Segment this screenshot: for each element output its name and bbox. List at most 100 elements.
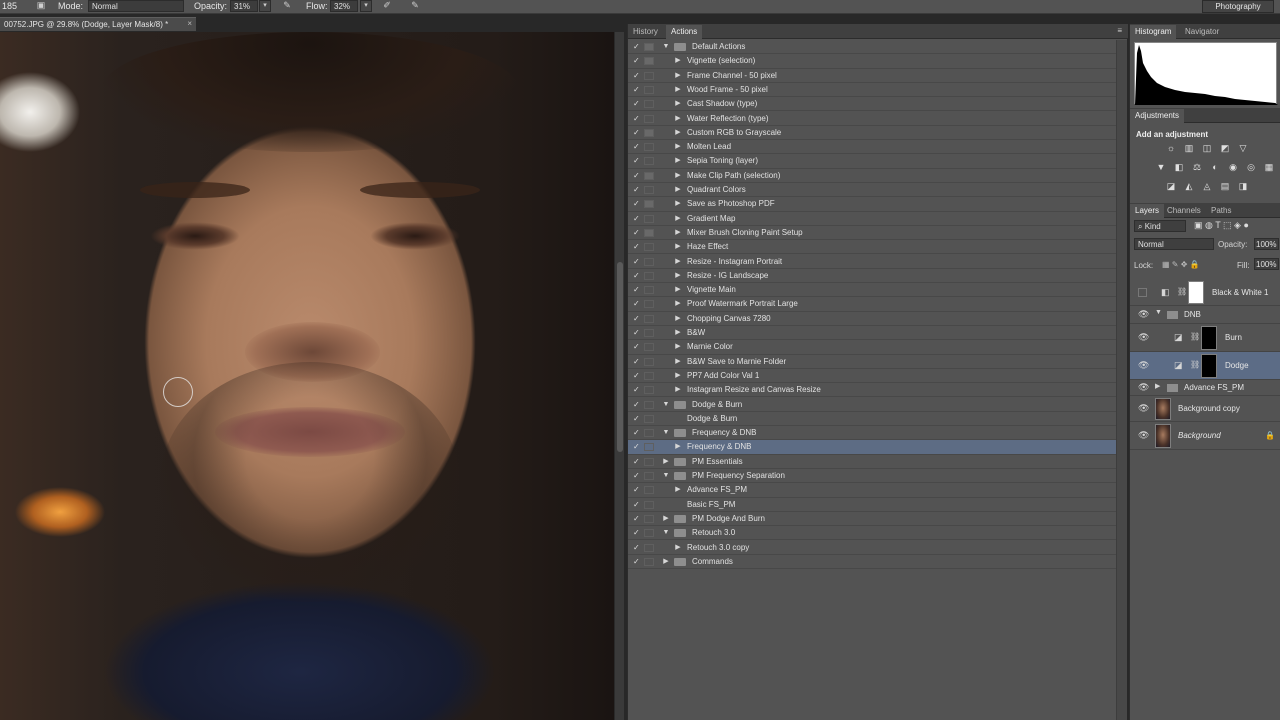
dialog-toggle-icon[interactable] xyxy=(644,85,654,94)
action-row[interactable]: ✓ ▶ Save as Photoshop PDF xyxy=(628,197,1117,212)
scroll-thumb[interactable] xyxy=(617,262,623,452)
flow-dropdown-icon[interactable]: ▾ xyxy=(360,0,372,12)
action-set-row[interactable]: ✓ ▼ Default Actions xyxy=(628,40,1117,55)
expand-arrow-icon[interactable]: ▶ xyxy=(673,54,683,67)
action-row[interactable]: ✓ ▶ Quadrant Colors xyxy=(628,183,1117,198)
layer-mask-thumbnail[interactable] xyxy=(1201,354,1217,378)
levels-icon[interactable]: ▥ xyxy=(1184,144,1194,153)
toggle-check-icon[interactable]: ✓ xyxy=(633,40,642,53)
dialog-toggle-icon[interactable] xyxy=(644,429,654,438)
toggle-check-icon[interactable]: ✓ xyxy=(633,255,642,268)
visibility-eye-icon[interactable]: 👁 xyxy=(1138,382,1149,393)
dialog-toggle-icon[interactable] xyxy=(644,457,654,466)
toggle-check-icon[interactable]: ✓ xyxy=(633,126,642,139)
dialog-toggle-icon[interactable] xyxy=(644,329,654,337)
dialog-toggle-icon[interactable] xyxy=(644,371,654,380)
expand-arrow-icon[interactable]: ▶ xyxy=(673,541,683,554)
dialog-toggle-icon[interactable] xyxy=(644,71,654,80)
expand-arrow-icon[interactable]: ▶ xyxy=(673,355,683,368)
toggle-check-icon[interactable]: ✓ xyxy=(633,197,642,210)
tab-navigator[interactable]: Navigator xyxy=(1180,25,1224,39)
toggle-check-icon[interactable]: ✓ xyxy=(633,383,642,396)
action-row[interactable]: ✓ ▶ Mixer Brush Cloning Paint Setup xyxy=(628,226,1117,241)
action-row[interactable]: ✓ ▶ PP7 Add Color Val 1 xyxy=(628,369,1117,384)
filter-icons[interactable]: ▣ ◍ T ⬚ ◈ ● xyxy=(1194,220,1249,231)
action-row[interactable]: ✓ ▶ Vignette (selection) xyxy=(628,54,1117,69)
toggle-check-icon[interactable]: ✓ xyxy=(633,483,642,496)
dialog-toggle-icon[interactable] xyxy=(644,143,654,152)
expand-arrow-icon[interactable]: ▶ xyxy=(661,512,671,525)
action-row[interactable]: ✓ ▶ Make Clip Path (selection) xyxy=(628,169,1117,183)
toggle-check-icon[interactable]: ✓ xyxy=(633,555,642,568)
action-row[interactable]: ✓ ▶ Molten Lead xyxy=(628,140,1117,155)
action-row[interactable]: ✓ ▶ Resize - Instagram Portrait xyxy=(628,255,1117,269)
expand-arrow-icon[interactable]: ▶ xyxy=(673,154,683,167)
expand-arrow-icon[interactable]: ▶ xyxy=(673,483,683,496)
action-set-row[interactable]: ✓ ▼ Dodge & Burn xyxy=(628,398,1117,412)
expand-arrow-icon[interactable]: ▶ xyxy=(1155,382,1160,390)
toggle-check-icon[interactable]: ✓ xyxy=(633,412,642,425)
curves-icon[interactable]: ◫ xyxy=(1202,144,1212,153)
toggle-check-icon[interactable]: ✓ xyxy=(633,226,642,239)
action-row[interactable]: ✓ ▶ Frame Channel - 50 pixel xyxy=(628,69,1117,83)
expand-arrow-icon[interactable]: ▶ xyxy=(673,269,683,282)
toggle-check-icon[interactable]: ✓ xyxy=(633,154,642,167)
toggle-check-icon[interactable]: ✓ xyxy=(633,326,642,339)
expand-arrow-icon[interactable]: ▶ xyxy=(673,297,683,310)
brush-panel-icon[interactable]: ▣ xyxy=(34,0,48,12)
expand-arrow-icon[interactable]: ▶ xyxy=(673,369,683,382)
action-row[interactable]: ✓ ▶ Retouch 3.0 copy xyxy=(628,541,1117,555)
toggle-check-icon[interactable]: ✓ xyxy=(633,269,642,282)
toggle-check-icon[interactable]: ✓ xyxy=(633,69,642,82)
expand-arrow-icon[interactable]: ▶ xyxy=(673,340,683,353)
dialog-toggle-icon[interactable] xyxy=(644,500,654,509)
tab-adjustments[interactable]: Adjustments xyxy=(1130,109,1185,123)
toggle-check-icon[interactable]: ✓ xyxy=(633,541,642,554)
expand-arrow-icon[interactable]: ▶ xyxy=(673,140,683,153)
dialog-toggle-icon[interactable] xyxy=(644,472,654,480)
expand-arrow-icon[interactable]: ▶ xyxy=(673,197,683,210)
selective-color-icon[interactable]: ◨ xyxy=(1238,182,1248,191)
invert-icon[interactable]: ◪ xyxy=(1166,182,1176,191)
panel-menu-icon[interactable]: ≡ xyxy=(1117,26,1122,35)
dialog-toggle-icon[interactable] xyxy=(644,57,654,66)
collapse-arrow-icon[interactable]: ▼ xyxy=(661,40,671,53)
tab-layers[interactable]: Layers xyxy=(1130,204,1165,218)
dialog-toggle-icon[interactable] xyxy=(644,543,654,552)
action-row[interactable]: ✓ Dodge & Burn xyxy=(628,412,1117,427)
workspace-switcher[interactable]: Photography xyxy=(1202,0,1274,13)
dialog-toggle-icon[interactable] xyxy=(644,257,654,266)
expand-arrow-icon[interactable]: ▶ xyxy=(673,69,683,82)
expand-arrow-icon[interactable]: ▶ xyxy=(673,212,683,225)
document-tab[interactable]: 00752.JPG @ 29.8% (Dodge, Layer Mask/8) … xyxy=(0,17,196,31)
chain-link-icon[interactable]: ⛓ xyxy=(1190,332,1200,341)
visibility-eye-icon[interactable]: 👁 xyxy=(1138,332,1149,343)
expand-arrow-icon[interactable]: ▶ xyxy=(673,183,683,196)
gradient-map-icon[interactable]: ▤ xyxy=(1220,182,1230,191)
layer-thumbnail[interactable] xyxy=(1155,424,1171,448)
dialog-toggle-icon[interactable] xyxy=(644,186,654,194)
action-row[interactable]: ✓ ▶ Resize - IG Landscape xyxy=(628,269,1117,284)
tab-channels[interactable]: Channels xyxy=(1162,204,1206,218)
image-canvas[interactable] xyxy=(0,32,614,720)
action-row[interactable]: ✓ Basic FS_PM xyxy=(628,498,1117,512)
dialog-toggle-icon[interactable] xyxy=(644,357,654,366)
expand-arrow-icon[interactable]: ▶ xyxy=(661,555,671,568)
dialog-toggle-icon[interactable] xyxy=(644,529,654,538)
expand-arrow-icon[interactable]: ▶ xyxy=(661,455,671,468)
visibility-eye-icon[interactable]: 👁 xyxy=(1138,360,1149,371)
tab-history[interactable]: History xyxy=(628,25,663,39)
toggle-check-icon[interactable]: ✓ xyxy=(633,83,642,96)
dialog-toggle-icon[interactable] xyxy=(644,214,654,223)
visibility-eye-icon[interactable]: 👁 xyxy=(1138,403,1149,414)
opacity-field[interactable]: 31% xyxy=(230,0,258,12)
expand-arrow-icon[interactable]: ▶ xyxy=(673,97,683,110)
dialog-toggle-icon[interactable] xyxy=(644,271,654,280)
layer-row[interactable]: 👁 Background 🔒 xyxy=(1130,422,1280,450)
threshold-icon[interactable]: ◬ xyxy=(1202,182,1212,191)
action-set-row[interactable]: ✓ ▼ Frequency & DNB xyxy=(628,426,1117,441)
photo-filter-icon[interactable]: ◉ xyxy=(1228,163,1238,172)
action-set-row[interactable]: ✓ ▼ PM Frequency Separation xyxy=(628,469,1117,484)
color-lookup-icon[interactable]: ▦ xyxy=(1264,163,1274,172)
toggle-check-icon[interactable]: ✓ xyxy=(633,512,642,525)
